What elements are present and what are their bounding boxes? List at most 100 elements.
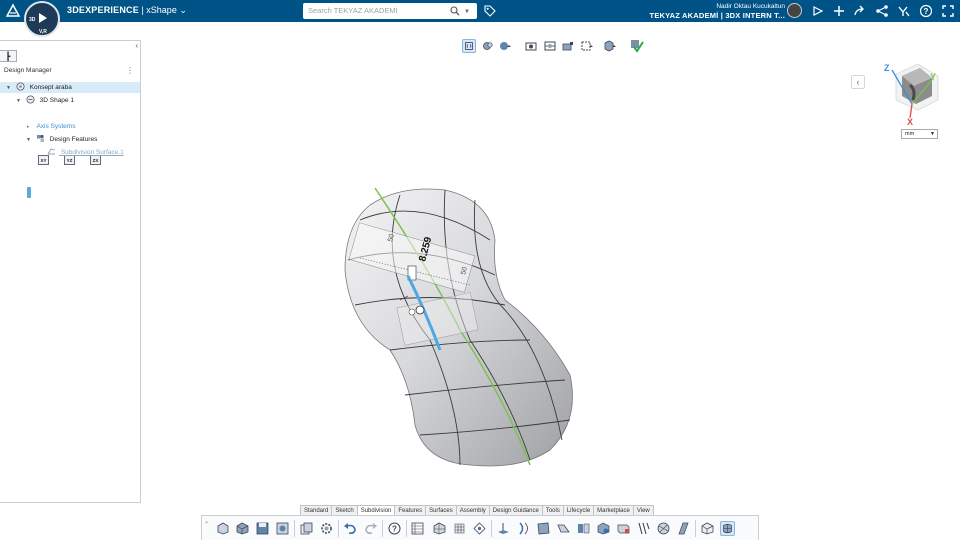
undo-icon[interactable] <box>343 521 358 536</box>
box-icon[interactable] <box>235 521 250 536</box>
subdivision-mode-icon[interactable] <box>720 521 735 536</box>
tab-subdivision[interactable]: Subdivision <box>356 505 396 515</box>
units-dropdown[interactable]: mm ▼ <box>901 129 938 139</box>
fullscreen-icon[interactable] <box>941 4 955 18</box>
subd-icon <box>47 148 56 155</box>
view-mode-icon[interactable] <box>481 39 495 53</box>
camera-icon[interactable] <box>524 39 538 53</box>
panel-menu-icon[interactable]: ⋮ <box>126 66 134 75</box>
table-icon[interactable] <box>410 521 425 536</box>
compass-play-icon[interactable] <box>39 13 47 23</box>
tree-item-label: Design Features <box>49 136 98 143</box>
user-name: Nadir Oktau Kucukaltun <box>716 3 785 10</box>
avatar[interactable] <box>787 3 802 18</box>
expand-arrow-icon[interactable]: ▼ <box>6 83 14 94</box>
face-icon[interactable] <box>536 521 551 536</box>
tag-icon[interactable] <box>484 5 496 17</box>
axis-label-z: Z <box>884 63 890 73</box>
user-info[interactable]: Nadir Oktau Kucukaltun TEKYAZ AKADEMİ | … <box>650 2 785 20</box>
search-scope-chevron-icon[interactable]: ▼ <box>464 9 470 15</box>
svg-text:?: ? <box>924 7 929 16</box>
manipulator-handle-secondary[interactable] <box>408 308 416 316</box>
tree-item-axis-systems[interactable]: ▸ Axis Systems <box>27 121 75 132</box>
slice-icon[interactable] <box>676 521 691 536</box>
subd-box-icon[interactable] <box>432 521 447 536</box>
tab-surfaces[interactable]: Surfaces <box>425 505 457 515</box>
share-3d-icon[interactable] <box>811 4 825 18</box>
tab-tools[interactable]: Tools <box>541 505 564 515</box>
settings-gear-icon[interactable] <box>319 521 334 536</box>
toolbar-separator <box>294 520 295 537</box>
add-icon[interactable] <box>832 4 846 18</box>
compass-label-3d: 3D <box>29 17 36 23</box>
cut-icon[interactable] <box>616 521 631 536</box>
expand-arrow-icon[interactable]: ▼ <box>16 96 24 107</box>
tree-item-design-features[interactable]: ▼ Design Features <box>26 134 97 145</box>
validate-icon[interactable] <box>630 39 644 53</box>
measure-icon[interactable] <box>561 39 575 53</box>
app-chevron-icon[interactable]: ⌄ <box>179 5 187 15</box>
app-name[interactable]: xShape <box>146 5 177 15</box>
snap-icon[interactable] <box>275 521 290 536</box>
tree-tab-icon[interactable]: ┣ <box>0 50 17 62</box>
tree-item-root[interactable]: ▼ Konsept araba <box>0 82 140 93</box>
features-icon <box>36 134 44 142</box>
tab-assembly[interactable]: Assembly <box>455 505 490 515</box>
apps-icon[interactable] <box>897 4 911 18</box>
redo-icon[interactable] <box>363 521 378 536</box>
tab-design-guidance[interactable]: Design Guidance <box>488 505 543 515</box>
expand-arrow-icon[interactable]: ▼ <box>26 135 34 146</box>
save-icon[interactable] <box>255 521 270 536</box>
axis-label-y: Y <box>930 72 936 82</box>
help-icon[interactable]: ? <box>919 4 933 18</box>
units-value: mm <box>905 131 915 137</box>
tree-item-subdivision[interactable]: Subdivision Surface.1 <box>47 147 124 158</box>
expand-arrow-icon[interactable]: ▸ <box>27 122 35 133</box>
search-icon[interactable] <box>450 6 460 16</box>
tab-view[interactable]: View <box>632 505 654 515</box>
extrude-icon[interactable] <box>496 521 511 536</box>
fit-all-icon[interactable] <box>462 39 476 53</box>
brand-label: 3DEXPERIENCE | xShape ⌄ <box>67 5 187 16</box>
forward-icon[interactable] <box>853 4 867 18</box>
tree-item-label: Konsept araba <box>29 84 72 91</box>
help-icon[interactable]: ? <box>387 521 402 536</box>
tab-marketplace[interactable]: Marketplace <box>593 505 634 515</box>
3d-box-icon[interactable] <box>700 521 715 536</box>
tab-standard[interactable]: Standard <box>300 505 333 515</box>
brand-separator: | <box>141 5 144 15</box>
toolbar-separator <box>406 520 407 537</box>
copy-icon[interactable] <box>299 521 314 536</box>
search-box[interactable]: Search TEKYAZ AKADEMİ ▼ <box>303 3 477 19</box>
section-icon[interactable] <box>543 39 557 53</box>
crease-icon[interactable] <box>636 521 651 536</box>
new-shape-icon[interactable] <box>216 521 231 536</box>
tab-sketch[interactable]: Sketch <box>331 505 358 515</box>
vertex-icon[interactable] <box>472 521 487 536</box>
grid-face-icon[interactable] <box>452 521 467 536</box>
3d-model-viewport[interactable]: 50 50 8.259 <box>330 180 590 470</box>
bridge-icon[interactable] <box>556 521 571 536</box>
tree-item-shape[interactable]: ▼ 3D Shape 1 <box>16 95 74 106</box>
tab-lifecycle[interactable]: Lifecycle <box>562 505 595 515</box>
toolbar-separator <box>695 520 696 537</box>
toolbar-separator <box>338 520 339 537</box>
svg-text:?: ? <box>392 525 397 534</box>
weld-icon[interactable] <box>596 521 611 536</box>
share-icon[interactable] <box>875 4 889 18</box>
shading-icon[interactable] <box>498 39 512 53</box>
action-bar-collapse-icon[interactable]: ⌄ <box>204 518 209 525</box>
mirror-icon[interactable] <box>576 521 591 536</box>
tab-features[interactable]: Features <box>394 505 427 515</box>
manipulator-handle[interactable] <box>415 305 425 315</box>
edge-icon[interactable] <box>516 521 531 536</box>
chevron-down-icon[interactable]: ▼ <box>930 130 935 138</box>
display-cube-icon[interactable] <box>603 39 617 53</box>
sphere-icon[interactable] <box>656 521 671 536</box>
expand-right-panel-icon[interactable]: ‹ <box>851 75 865 89</box>
compass-widget[interactable]: 3D V,R <box>24 1 60 37</box>
search-input[interactable]: Search TEKYAZ AKADEMİ <box>308 6 398 15</box>
select-mode-icon[interactable] <box>580 39 594 53</box>
axis-compass[interactable]: Z X Y <box>880 60 942 126</box>
collapse-panel-icon[interactable]: ‹ <box>135 41 138 50</box>
